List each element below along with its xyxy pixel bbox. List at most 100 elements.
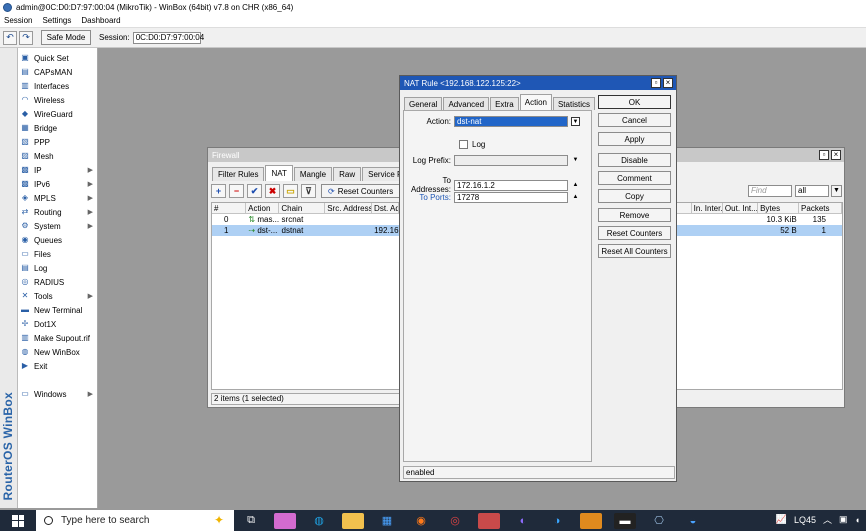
find-input[interactable]: Find — [748, 185, 792, 197]
sidebar-item-system[interactable]: ⚙ System ▶ — [18, 219, 97, 233]
store-icon[interactable]: ▦ — [376, 513, 398, 529]
column-header-src-address[interactable]: Src. Address — [325, 202, 373, 214]
sidebar-item-wireless[interactable]: ◠ Wireless — [18, 93, 97, 107]
sidebar-item-queues[interactable]: ◉ Queues — [18, 233, 97, 247]
sidebar-item-dot1x[interactable]: ✢ Dot1X — [18, 317, 97, 331]
sidebar-item-windows[interactable]: ▭ Windows ▶ — [18, 387, 97, 401]
start-button[interactable] — [0, 510, 36, 531]
tab-filter-rules[interactable]: Filter Rules — [212, 167, 265, 181]
redo-icon[interactable]: ↷ — [19, 30, 33, 45]
column-header-action[interactable]: Action — [246, 202, 280, 214]
filter-dropdown-icon[interactable]: ▼ — [831, 185, 842, 197]
copy-button[interactable]: Copy — [598, 189, 671, 203]
remove-button[interactable]: Remove — [598, 208, 671, 222]
session-field[interactable]: 0C:D0:D7:97:00:04 — [132, 31, 204, 44]
network-app-icon[interactable]: ⎔ — [648, 513, 670, 529]
maximize-icon[interactable]: ▫ — [651, 78, 661, 88]
tab-extra[interactable]: Extra — [490, 97, 519, 110]
to-addresses-toggle-icon[interactable]: ▲ — [571, 181, 580, 190]
chrome-profile-icon[interactable]: ◐ — [512, 513, 534, 529]
sidebar-item-new-winbox[interactable]: ◍ New WinBox — [18, 345, 97, 359]
sidebar-item-make-supout-rif[interactable]: ▥ Make Supout.rif — [18, 331, 97, 345]
sidebar-item-ppp[interactable]: ▧ PPP — [18, 135, 97, 149]
to-ports-toggle-icon[interactable]: ▲ — [571, 193, 580, 202]
tab-raw[interactable]: Raw — [333, 167, 362, 181]
ok-button[interactable]: OK — [598, 95, 671, 109]
close-icon[interactable]: × — [663, 78, 673, 88]
menu-settings[interactable]: Settings — [42, 16, 71, 25]
terminal-app-icon[interactable]: ▬ — [614, 512, 636, 529]
tab-mangle[interactable]: Mangle — [293, 167, 333, 181]
sidebar-item-routing[interactable]: ⇄ Routing ▶ — [18, 205, 97, 219]
file-explorer-icon[interactable] — [342, 512, 364, 529]
sidebar-item-quick-set[interactable]: ▣ Quick Set — [18, 51, 97, 65]
to-ports-label[interactable]: To Ports: — [404, 193, 454, 202]
column-header-chain[interactable]: Chain — [279, 202, 326, 214]
column-header-num[interactable]: # — [212, 202, 247, 214]
reset-all-counters-button[interactable]: Reset All Counters — [598, 244, 671, 258]
sidebar-item-radius[interactable]: ◎ RADIUS — [18, 275, 97, 289]
column-header-packets[interactable]: Packets — [799, 202, 842, 214]
sidebar-item-ipv6[interactable]: ▩ IPv6 ▶ — [18, 177, 97, 191]
volume-icon[interactable]: ◖ — [855, 515, 860, 525]
task-view-icon[interactable]: ⧉ — [240, 513, 262, 529]
tab-advanced[interactable]: Advanced — [443, 97, 490, 110]
cancel-button[interactable]: Cancel — [598, 113, 671, 127]
sidebar-item-log[interactable]: ▤ Log — [18, 261, 97, 275]
to-addresses-input[interactable]: 172.16.1.2 — [454, 179, 568, 191]
tab-statistics[interactable]: Statistics — [552, 97, 595, 110]
comment-icon[interactable]: ▭ — [283, 184, 298, 198]
sidebar-item-interfaces[interactable]: ▥ Interfaces — [18, 79, 97, 93]
sidebar-item-ip[interactable]: ▩ IP ▶ — [18, 163, 97, 177]
to-ports-input[interactable]: 17278 — [454, 192, 568, 203]
browser-icon[interactable]: ◑ — [546, 513, 568, 529]
sidebar-item-new-terminal[interactable]: ▬ New Terminal — [18, 303, 97, 317]
maximize-icon[interactable]: ▫ — [819, 150, 829, 160]
close-icon[interactable]: × — [831, 150, 841, 160]
sidebar-item-tools[interactable]: ✕ Tools ▶ — [18, 289, 97, 303]
taskbar-search-input[interactable]: Type here to search ✦ — [36, 510, 234, 531]
winbox-taskbar-icon[interactable]: ◒ — [682, 513, 704, 529]
tab-action[interactable]: Action — [519, 94, 552, 110]
comment-button[interactable]: Comment — [598, 171, 671, 185]
network-icon[interactable]: ▣ — [839, 514, 848, 525]
filter-select[interactable]: all — [795, 185, 829, 197]
remove-icon[interactable]: − — [229, 184, 244, 198]
tab-nat[interactable]: NAT — [265, 165, 293, 181]
tray-chevron-icon[interactable]: ︿ — [823, 513, 832, 526]
vmware-icon[interactable] — [580, 512, 602, 529]
stock-ticker[interactable]: LQ45 — [794, 515, 816, 525]
log-prefix-dropdown-icon[interactable]: ▼ — [571, 156, 580, 165]
copilot-icon[interactable] — [274, 512, 296, 529]
column-header-out-interface[interactable]: Out. Int... — [723, 202, 759, 214]
disable-button[interactable]: Disable — [598, 153, 671, 167]
edge-icon[interactable]: ◍ — [308, 513, 330, 529]
sidebar-item-exit[interactable]: ▶ Exit — [18, 359, 97, 373]
action-select[interactable]: dst-nat — [454, 116, 568, 127]
sidebar-item-capsman[interactable]: ▤ CAPsMAN — [18, 65, 97, 79]
sidebar-item-mpls[interactable]: ◈ MPLS ▶ — [18, 191, 97, 205]
apply-button[interactable]: Apply — [598, 132, 671, 146]
undo-icon[interactable]: ↶ — [3, 30, 17, 45]
filter-icon[interactable]: ⊽ — [301, 184, 316, 198]
disable-icon[interactable]: ✖ — [265, 184, 280, 198]
log-prefix-input[interactable] — [454, 155, 568, 166]
photos-icon[interactable] — [478, 512, 500, 529]
sidebar-item-wireguard[interactable]: ◆ WireGuard — [18, 107, 97, 121]
menu-dashboard[interactable]: Dashboard — [81, 16, 120, 25]
safe-mode-button[interactable]: Safe Mode — [41, 30, 91, 45]
log-checkbox[interactable] — [459, 140, 468, 149]
column-header-bytes[interactable]: Bytes — [758, 202, 800, 214]
firefox-icon[interactable]: ◉ — [410, 513, 432, 529]
column-header-in-interface[interactable]: In. Inter... — [692, 202, 723, 214]
tab-general[interactable]: General — [404, 97, 443, 110]
add-icon[interactable]: + — [211, 184, 226, 198]
chrome-icon[interactable]: ◎ — [444, 513, 466, 529]
sidebar-item-bridge[interactable]: ▦ Bridge — [18, 121, 97, 135]
sidebar-item-files[interactable]: ▭ Files — [18, 247, 97, 261]
reset-counters-button[interactable]: ⟳ Reset Counters — [321, 184, 401, 198]
column-header-dst-address[interactable]: Dst. Ad — [372, 202, 400, 214]
action-dropdown-icon[interactable]: ▼ — [571, 117, 580, 126]
enable-icon[interactable]: ✔ — [247, 184, 262, 198]
menu-session[interactable]: Session — [4, 16, 32, 25]
